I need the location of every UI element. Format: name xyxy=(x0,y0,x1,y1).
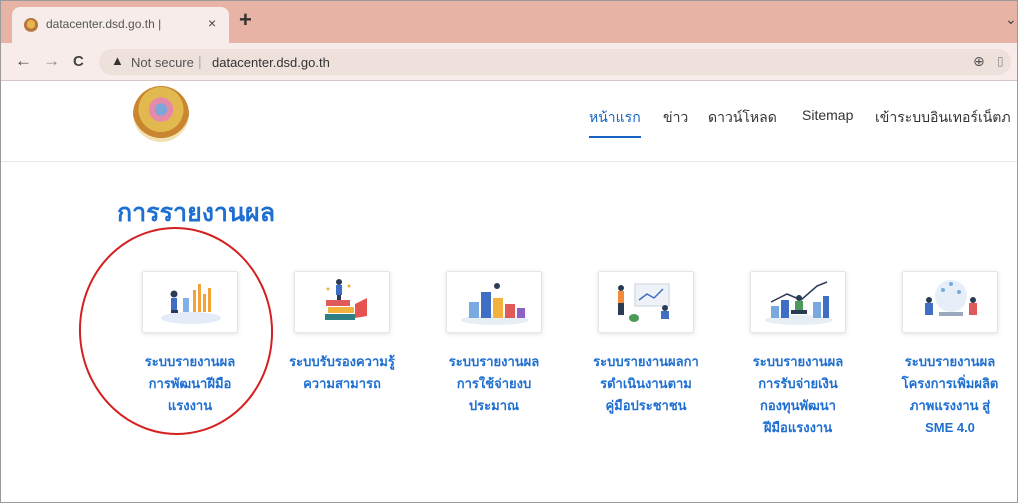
warning-icon[interactable]: ▲ xyxy=(111,53,124,68)
dsd-logo[interactable] xyxy=(133,86,189,142)
browser-toolbar: ← → C ▲ Not secure | datacenter.dsd.go.t… xyxy=(1,43,1017,81)
report-card-sme[interactable] xyxy=(902,271,998,333)
tab-menu-icon[interactable]: ⌄ xyxy=(1005,11,1017,28)
report-card-public-manual[interactable] xyxy=(598,271,694,333)
separator: | xyxy=(198,53,202,69)
address-bar[interactable]: ▲ Not secure | datacenter.dsd.go.th ⊕ ▯ xyxy=(99,49,1011,75)
finance-growth-illustration-icon xyxy=(765,281,833,325)
section-title: การรายงานผล xyxy=(117,199,276,227)
zoom-icon[interactable]: ⊕ xyxy=(973,53,985,70)
tab-title: datacenter.dsd.go.th | xyxy=(46,17,162,31)
forward-icon[interactable]: → xyxy=(43,51,60,71)
presentation-illustration-icon xyxy=(618,283,670,322)
browser-tab[interactable]: datacenter.dsd.go.th | × xyxy=(12,7,229,43)
report-card-label[interactable]: ระบบรายงานผล การใช้จ่ายงบ ประมาณ xyxy=(424,351,564,417)
favicon-icon xyxy=(24,18,38,32)
report-card-label[interactable]: ระบบรับรองความรู้ ความสามารถ xyxy=(272,351,412,395)
team-meeting-illustration-icon xyxy=(925,280,977,316)
security-label[interactable]: Not secure xyxy=(131,55,194,70)
url-text[interactable]: datacenter.dsd.go.th xyxy=(212,55,330,70)
back-icon[interactable]: ← xyxy=(15,51,32,71)
new-tab-icon[interactable]: + xyxy=(239,7,252,33)
report-card-label[interactable]: ระบบรายงานผล การรับจ่ายเงิน กองทุนพัฒนา … xyxy=(728,351,868,439)
report-card-certification[interactable] xyxy=(294,271,390,333)
report-card-fund[interactable] xyxy=(750,271,846,333)
budget-bars-illustration-icon xyxy=(461,283,529,325)
report-card-budget[interactable] xyxy=(446,271,542,333)
nav-download[interactable]: ดาวน์โหลด xyxy=(708,107,777,129)
browser-window: datacenter.dsd.go.th | × + ⌄ ← → C ▲ Not… xyxy=(0,0,1018,503)
tab-strip: datacenter.dsd.go.th | × + ⌄ xyxy=(1,1,1017,43)
reload-icon[interactable]: C xyxy=(73,53,84,70)
extension-icon[interactable]: ▯ xyxy=(997,54,1004,68)
report-card-label[interactable]: ระบบรายงานผล โครงการเพิ่มผลิต ภาพแรงงาน … xyxy=(880,351,1017,439)
close-tab-icon[interactable]: × xyxy=(208,15,216,31)
books-certification-illustration-icon xyxy=(325,279,367,320)
nav-intranet[interactable]: เข้าระบบอินเทอร์เน็ตภ xyxy=(875,107,1011,129)
nav-sitemap[interactable]: Sitemap xyxy=(802,107,853,123)
nav-news[interactable]: ข่าว xyxy=(663,107,688,129)
report-card-label[interactable]: ระบบรายงานผลกา รดำเนินงานตาม คู่มือประชา… xyxy=(576,351,716,417)
site-header: หน้าแรก ข่าว ดาวน์โหลด Sitemap เข้าระบบอ… xyxy=(1,82,1017,162)
nav-home[interactable]: หน้าแรก xyxy=(589,107,641,138)
